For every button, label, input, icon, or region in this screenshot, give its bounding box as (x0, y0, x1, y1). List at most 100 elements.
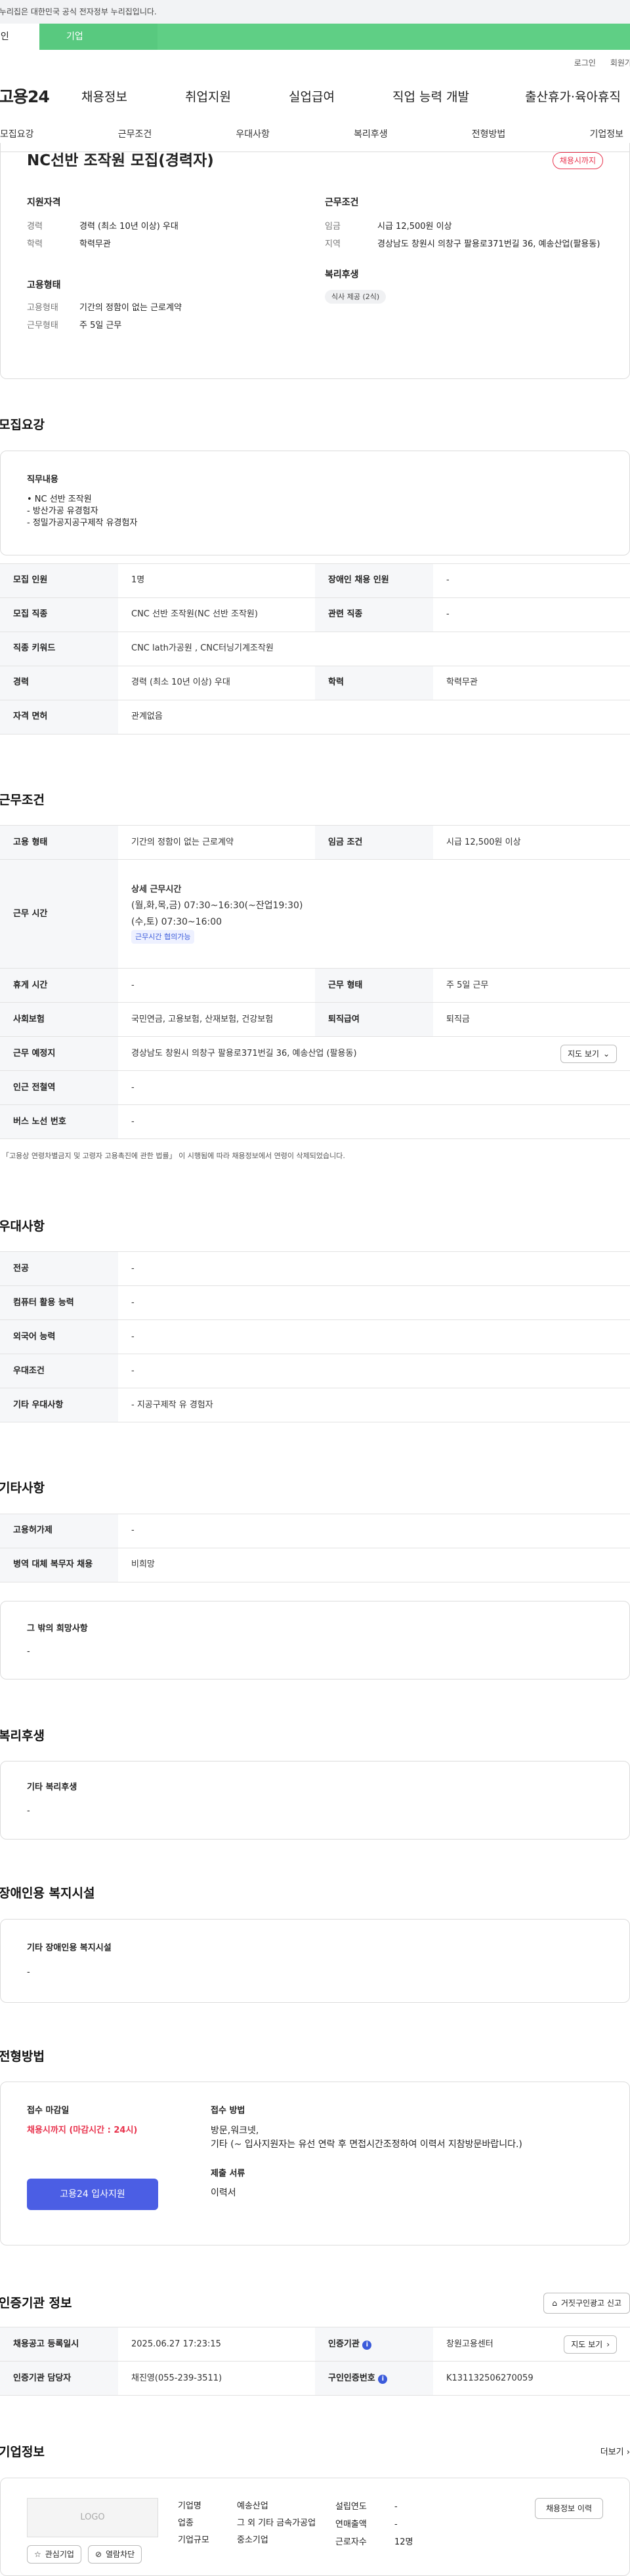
fav-company-button[interactable]: ☆ 관심기업 (27, 2545, 81, 2564)
lnb-conditions[interactable]: 근무조건 (118, 128, 152, 142)
cell-key: 기타 우대사항 (0, 1388, 118, 1422)
cell-key: 근무 예정지 (0, 1036, 118, 1071)
deadline-title: 접수 마감일 (27, 2106, 70, 2116)
apply-button-label: 고용24 입사지원 (60, 2188, 125, 2200)
cert-table: 채용공고 등록일시 2025.06.27 17:23:15 인증기관 i 창원고용센터… (0, 2327, 630, 2396)
type-title: 고용형태 (27, 279, 61, 291)
cell-value: CNC lath가공원 , CNC터닝기계조작원 (118, 632, 630, 666)
welfare-title: 복리후생 (325, 269, 359, 280)
login-link[interactable]: 로그인 (574, 57, 596, 69)
work-value: 주 5일 근무 (79, 321, 122, 331)
cell-value: 퇴직금 (433, 1002, 630, 1037)
company-more-link[interactable]: 더보기 › (600, 2446, 630, 2459)
table-row: 기타 우대사항 - 지공구제작 유 경험자 (0, 1388, 630, 1422)
etc-section-title: 기타사항 (0, 1481, 45, 1495)
company-employees-value: 12명 (394, 2537, 413, 2548)
table-row: 채용공고 등록일시 2025.06.27 17:23:15 인증기관 i 창원고용센터… (0, 2327, 630, 2362)
lnb-welfare[interactable]: 복리후생 (354, 128, 388, 142)
cell-value: 주 5일 근무 (433, 968, 630, 1003)
info-icon[interactable]: i (362, 2340, 372, 2350)
job-history-button[interactable]: 채용정보 이력 (534, 2497, 603, 2519)
lnb-selection[interactable]: 전형방법 (472, 128, 506, 142)
cell-key: 인근 전철역 (0, 1070, 118, 1105)
hope-box: 그 밖의 희망사항 - (0, 1600, 630, 1680)
info-icon[interactable]: i (378, 2374, 388, 2384)
cell-key: 고용허가제 (0, 1513, 118, 1548)
agency-cell: 창원고용센터 지도 보기 › (433, 2327, 630, 2362)
cell-value: - (118, 1285, 630, 1320)
chevron-down-icon: ⌄ (602, 1049, 610, 1058)
member-tabs: 개인 기업 (0, 24, 630, 50)
age-note: * 「고용상 연령차별금지 및 고령자 고용촉진에 관한 법률」 이 시행됨에 … (0, 1152, 345, 1160)
lnb-recruit[interactable]: 모집요강 (0, 128, 34, 142)
agency-value: 창원고용센터 (446, 2339, 494, 2349)
home-icon: ⌂ (552, 2299, 557, 2308)
agency-detail-button[interactable]: 지도 보기 › (564, 2335, 617, 2354)
cell-value: - (118, 1354, 630, 1388)
cell-key: 직종 키워드 (0, 632, 118, 666)
nav-item-support[interactable]: 취업지원 (185, 88, 289, 107)
pref-section-title: 우대사항 (0, 1218, 45, 1234)
table-row: 인근 전철역 - (0, 1070, 630, 1105)
join-link[interactable]: 회원가입 (610, 57, 630, 69)
cell-value: K131132506270059 (433, 2361, 630, 2396)
table-row: 휴게 시간 - 근무 형태 주 5일 근무 (0, 968, 630, 1003)
report-button[interactable]: ⌂ 거짓구인광고 신고 (543, 2293, 630, 2314)
area-label: 지역 (325, 239, 341, 249)
tab-biz[interactable]: 기업 (39, 24, 158, 50)
nav-item-jobs[interactable]: 채용정보 (81, 88, 185, 107)
cell-value: 채진영(055-239-3511) (118, 2361, 315, 2396)
lnb-preference[interactable]: 우대사항 (236, 128, 270, 142)
lnb-company[interactable]: 기업정보 (589, 128, 623, 142)
cell-key: 외국어 능력 (0, 1319, 118, 1354)
cell-value: 비희망 (118, 1548, 630, 1582)
cell-value: 2025.06.27 17:23:15 (118, 2327, 315, 2362)
cell-value: - (433, 563, 630, 598)
nav-item-benefit[interactable]: 실업급여 (289, 88, 392, 107)
time-line: (수,토) 07:30~16:00 (131, 916, 222, 927)
block-company-button[interactable]: ⊘ 열람차단 (87, 2545, 142, 2564)
company-sales-value: - (394, 2519, 398, 2529)
map-button-label: 지도 보기 (567, 1049, 599, 1058)
cell-value: 기간의 정함이 없는 근로계약 (118, 825, 315, 860)
method-line: 방문,워크넷, (211, 2125, 259, 2136)
table-row: 고용허가제 - (0, 1513, 630, 1548)
company-year-label: 설립연도 (335, 2501, 367, 2512)
cond-title: 근무조건 (325, 197, 359, 208)
emp-value: 기간의 정함이 없는 근로계약 (79, 302, 182, 313)
cell-value: - (118, 1070, 630, 1105)
company-box: LOGO ☆ 관심기업 ⊘ 열람차단 기업명 예송산업 업종 그 외 기타 금속가공업 … (0, 2477, 630, 2576)
nav-item-training[interactable]: 직업 능력 개발 (392, 88, 525, 107)
table-row: 모집 직종 CNC 선반 조작원(NC 선반 조작원) 관련 직종 - (0, 597, 630, 632)
hope-title: 그 밖의 희망사항 (27, 1623, 88, 1634)
qual-title: 지원자격 (27, 197, 61, 208)
logo[interactable]: 고용24 (0, 85, 81, 110)
cell-key: 모집 직종 (0, 597, 118, 632)
apply-button[interactable]: 고용24 입사지원 (27, 2179, 158, 2210)
cell-value: 1명 (118, 563, 315, 598)
nav-item-leave[interactable]: 출산휴가·육아휴직 (525, 88, 621, 107)
company-sales-label: 연매출액 (335, 2519, 367, 2529)
table-row: 전공 - (0, 1251, 630, 1286)
method-title: 접수 방법 (211, 2106, 245, 2116)
edu-label: 학력 (27, 239, 43, 249)
time-line: (월,화,목,금) 07:30~16:30(~잔업19:30) (131, 900, 303, 911)
table-row: 인증기관 담당자 채진영(055-239-3511) 구인인증번호 i K131132… (0, 2361, 630, 2396)
cond-section-title: 근무조건 (0, 792, 45, 807)
cell-value: - (118, 1104, 630, 1139)
docs-value: 이력서 (211, 2188, 236, 2198)
cell-key: 학력 (315, 666, 433, 700)
tab-personal[interactable]: 개인 (0, 24, 39, 50)
cell-value: 국민연금, 고용보험, 산재보험, 건강보험 (118, 1002, 315, 1037)
table-row: 모집 인원 1명 장애인 채용 인원 - (0, 563, 630, 598)
util-nav: 로그인 회원가입 (0, 50, 630, 76)
duty-line: - 정밀가공지공구제작 유경험자 (27, 518, 138, 529)
welfare-section-title: 복리후생 (0, 1728, 45, 1743)
block-icon: ⊘ (94, 2549, 102, 2559)
cell-key: 경력 (0, 666, 118, 700)
selection-section-title: 전형방법 (0, 2049, 45, 2064)
table-row: 자격 면허 관계없음 (0, 700, 630, 735)
table-row: 고용 형태 기간의 정함이 없는 근로계약 임금 조건 시급 12,500원 이상 (0, 825, 630, 860)
table-row: 우대조건 - (0, 1354, 630, 1388)
map-button[interactable]: 지도 보기 ⌄ (560, 1044, 617, 1063)
